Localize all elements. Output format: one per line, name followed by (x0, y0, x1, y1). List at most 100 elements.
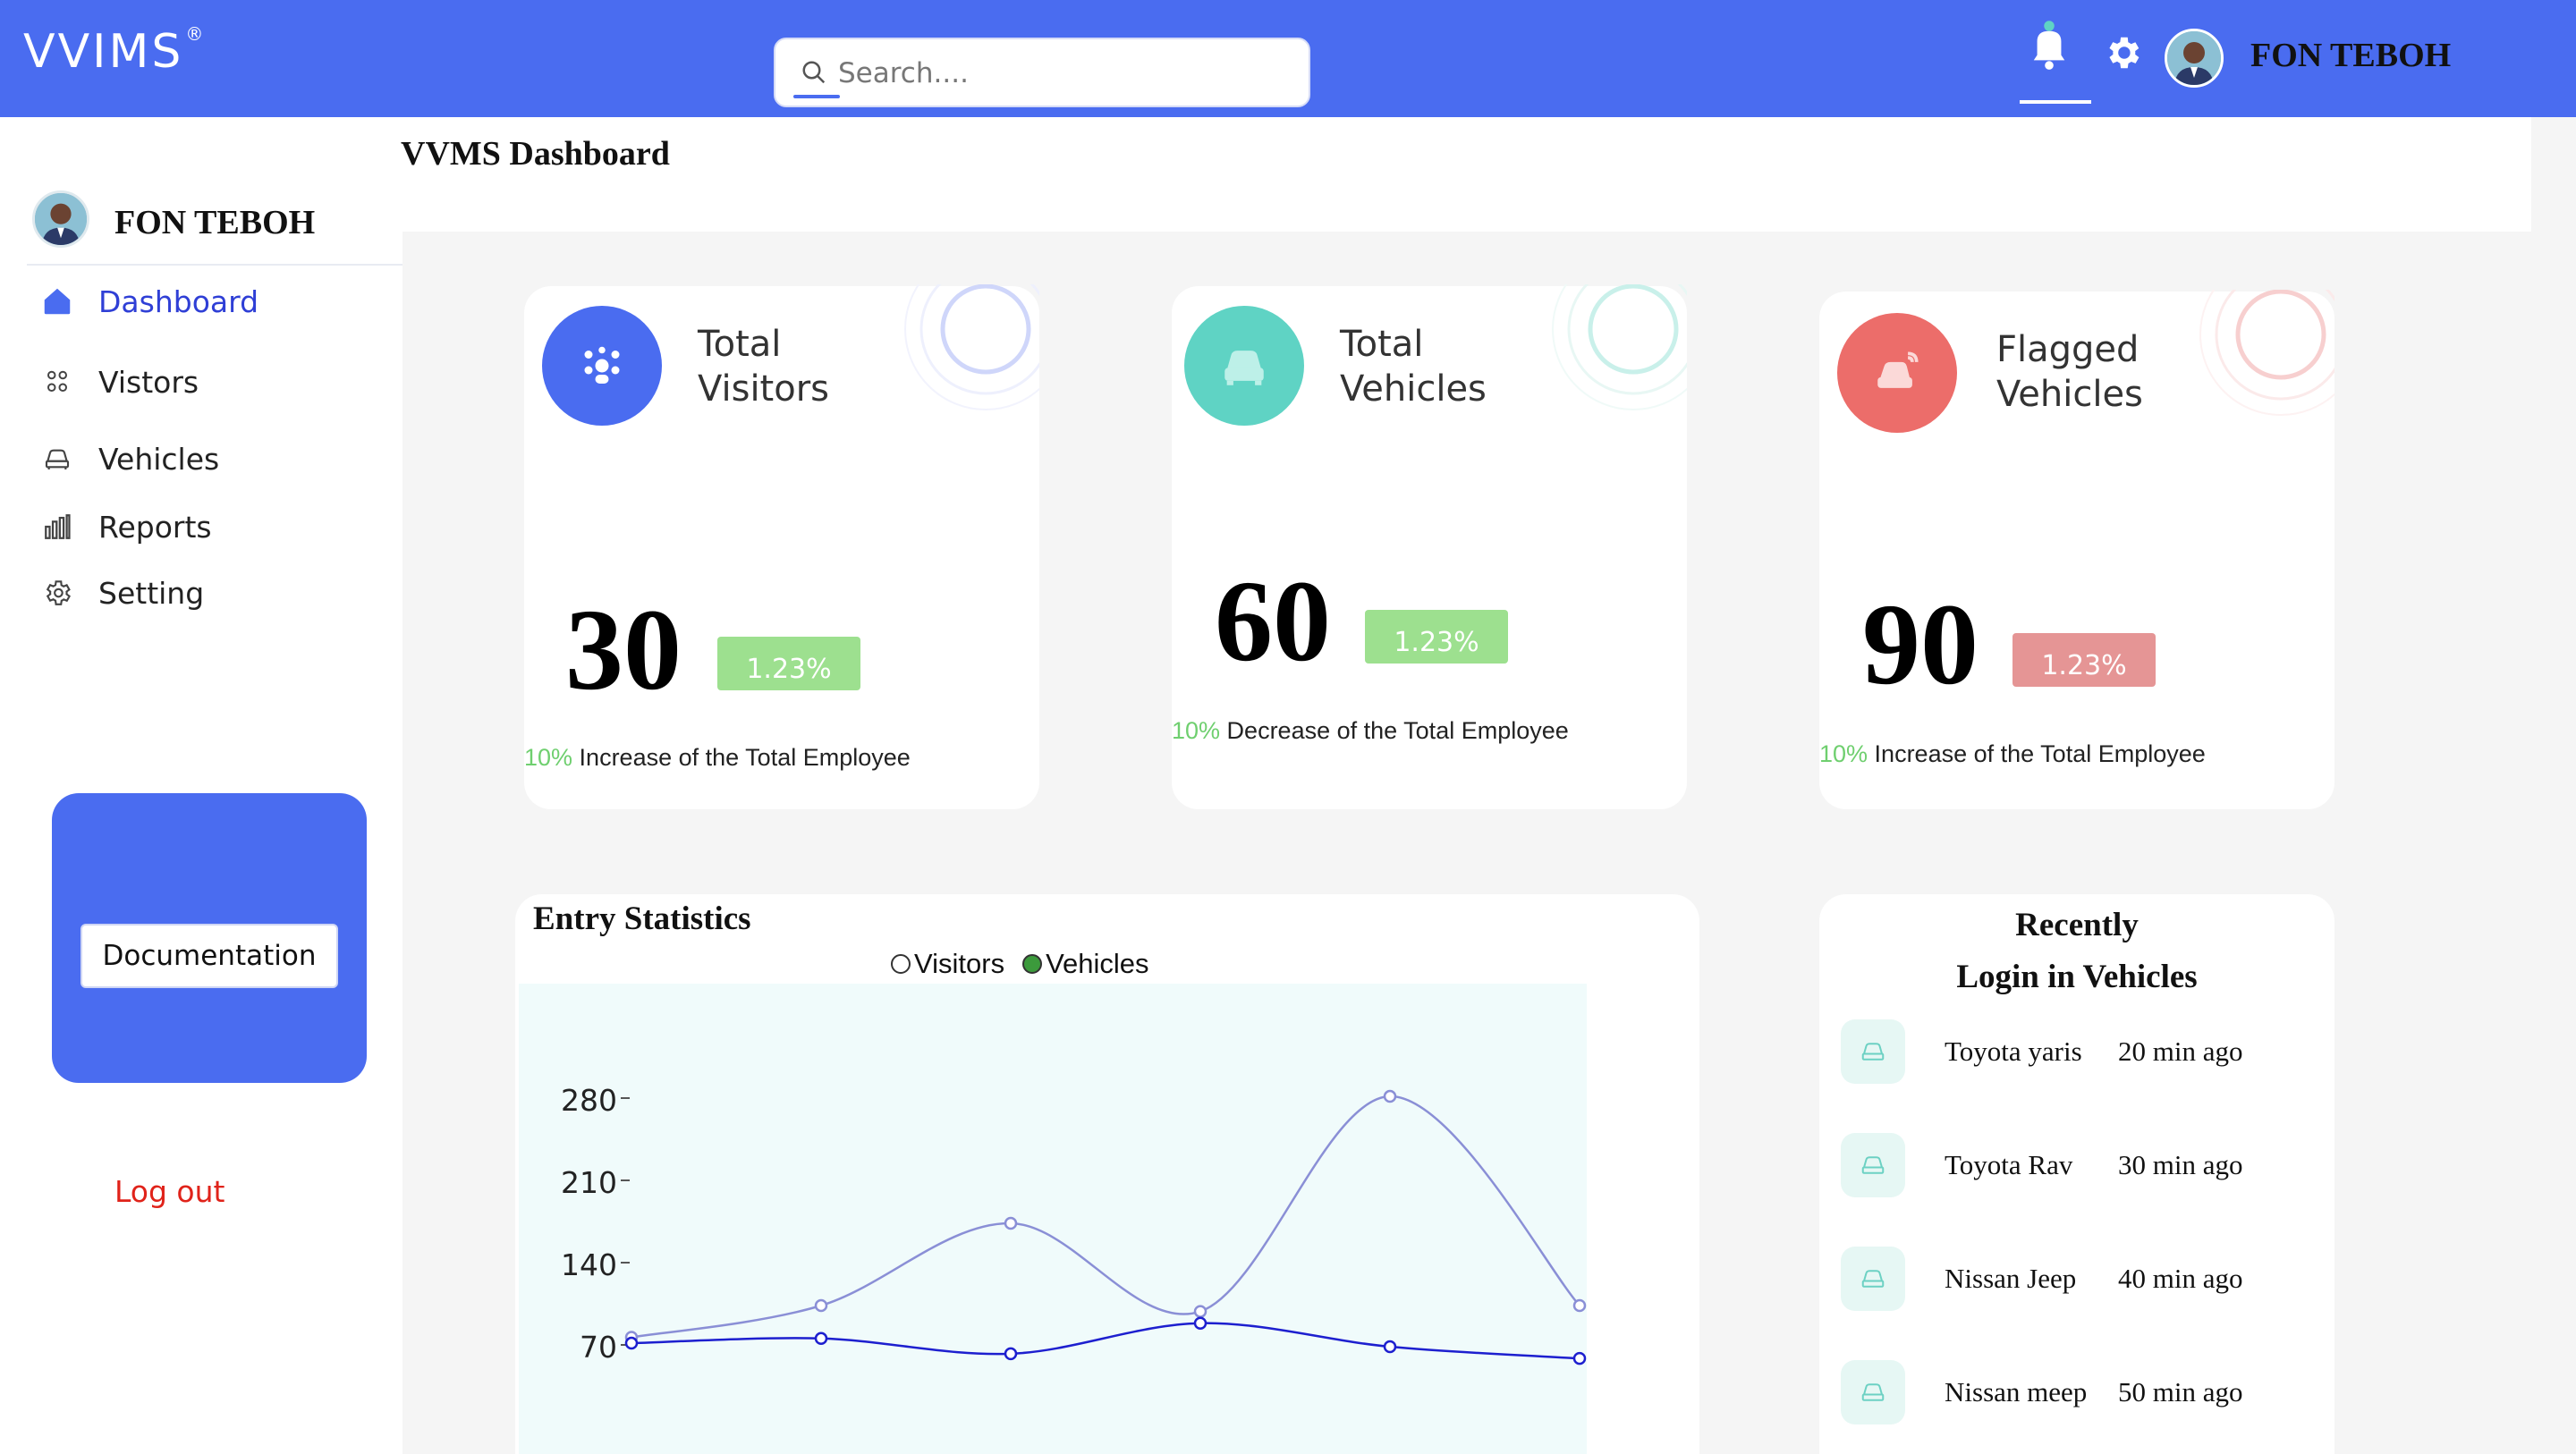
visitors-icon (39, 364, 75, 400)
bar-chart-icon (39, 509, 75, 545)
sidebar-item-label: Dashboard (98, 283, 259, 319)
data-point-visitors[interactable] (814, 1298, 828, 1313)
data-point-visitors[interactable] (1572, 1298, 1587, 1313)
card-description-percent: 10% (524, 744, 573, 771)
chart-legend: Visitors Vehicles (891, 948, 1167, 980)
documentation-card: Documentation (52, 793, 367, 1083)
card-description-text: Decrease of the Total Employee (1220, 717, 1569, 744)
card-value: 60 (1215, 557, 1331, 686)
car-icon (39, 441, 75, 477)
logo-text: VVIMS (23, 25, 184, 79)
sidebar-divider (27, 264, 402, 266)
data-point-vehicles[interactable] (1383, 1340, 1397, 1354)
chart-title: Entry Statistics (533, 900, 751, 937)
card-title: Flagged Vehicles (1996, 329, 2143, 415)
sidebar-item-setting[interactable]: Setting (39, 570, 204, 616)
user-avatar[interactable] (2165, 29, 2224, 88)
sidebar-item-label: Setting (98, 575, 205, 611)
top-user-name[interactable]: FON TEBOH (2250, 36, 2451, 75)
card-description-text: Increase of the Total Employee (572, 744, 911, 771)
data-point-vehicles[interactable] (1193, 1316, 1208, 1330)
documentation-button[interactable]: Documentation (80, 924, 338, 988)
sidebar-item-label: Vehicles (98, 441, 220, 477)
entry-statistics-chart: 70 140 210 280 (515, 984, 1587, 1454)
search-icon (802, 61, 826, 84)
vehicle-icon (1184, 306, 1304, 426)
car-icon (1841, 1133, 1905, 1197)
vehicle-name: Toyota Rav (1945, 1149, 2073, 1180)
notifications-active-indicator (2020, 100, 2091, 104)
sidebar-item-vehicles[interactable]: Vehicles (39, 435, 219, 482)
page-header (402, 117, 2531, 232)
login-time: 20 min ago (2118, 1036, 2243, 1067)
legend-label: Vehicles (1046, 948, 1149, 979)
sidebar-item-label: Vistors (98, 364, 199, 400)
sidebar-item-visitors[interactable]: Vistors (39, 359, 199, 405)
card-value: 30 (565, 586, 682, 714)
legend-item-visitors[interactable]: Visitors (891, 948, 1004, 980)
data-point-vehicles[interactable] (1572, 1351, 1587, 1365)
decorative-rings-icon (2199, 290, 2334, 416)
vehicle-name: Nissan meep (1945, 1376, 2088, 1408)
login-time: 30 min ago (2118, 1149, 2243, 1180)
data-point-vehicles[interactable] (1004, 1347, 1018, 1361)
flagged-vehicle-icon (1837, 313, 1957, 433)
data-point-vehicles[interactable] (624, 1336, 639, 1350)
search-box[interactable] (774, 38, 1310, 107)
car-icon (1841, 1247, 1905, 1311)
visitors-group-icon (542, 306, 662, 426)
logo-registered-mark: ® (185, 22, 207, 45)
card-description: 10% Increase of the Total Employee (1819, 740, 2206, 768)
sidebar-user-name: FON TEBOH (114, 204, 316, 241)
car-icon (1841, 1019, 1905, 1084)
login-time: 50 min ago (2118, 1376, 2243, 1408)
legend-label: Visitors (914, 948, 1005, 979)
sidebar-item-reports[interactable]: Reports (39, 503, 212, 550)
list-item[interactable]: Toyota yaris 20 min ago (1841, 1019, 2324, 1084)
list-item[interactable]: Nissan meep 50 min ago (1841, 1360, 2324, 1424)
card-description: 10% Decrease of the Total Employee (1172, 717, 1569, 745)
card-description-percent: 10% (1819, 740, 1868, 767)
card-change-badge: 1.23% (2012, 633, 2156, 687)
sidebar: FON TEBOH Dashboard Vistors Vehicles Rep… (0, 117, 402, 1454)
decorative-rings-icon (904, 284, 1039, 410)
vehicle-name: Toyota yaris (1945, 1036, 2082, 1067)
home-icon (39, 283, 75, 319)
list-item[interactable]: Nissan Jeep 40 min ago (1841, 1247, 2324, 1311)
sidebar-item-dashboard[interactable]: Dashboard (39, 278, 258, 325)
bell-icon[interactable] (2029, 20, 2070, 73)
logout-button[interactable]: Log out (114, 1174, 225, 1209)
card-description: 10% Increase of the Total Employee (524, 744, 911, 772)
y-tick-label: 70 (580, 1330, 617, 1365)
gear-icon (39, 575, 75, 611)
total-visitors-card[interactable]: Total Visitors 30 1.23% 10% Increase of … (524, 284, 1039, 809)
data-point-visitors[interactable] (1193, 1305, 1208, 1318)
card-title: Total Vehicles (1340, 324, 1487, 410)
sidebar-avatar (32, 190, 89, 248)
flagged-vehicles-card[interactable]: Flagged Vehicles 90 1.23% 10% Increase o… (1819, 290, 2334, 809)
total-vehicles-card[interactable]: Total Vehicles 60 1.23% 10% Decrease of … (1172, 284, 1687, 809)
top-bar: VVIMS® FON TEBOH (0, 0, 2576, 117)
card-title: Total Visitors (698, 324, 829, 410)
sidebar-item-label: Reports (98, 509, 212, 545)
card-change-badge: 1.23% (717, 637, 860, 690)
page-title: VVMS Dashboard (401, 135, 670, 173)
legend-swatch (891, 954, 911, 974)
legend-item-vehicles[interactable]: Vehicles (1022, 948, 1149, 980)
card-change-badge: 1.23% (1365, 610, 1508, 664)
data-point-visitors[interactable] (1004, 1216, 1018, 1230)
y-tick-label: 140 (561, 1247, 617, 1282)
data-point-visitors[interactable] (1383, 1089, 1397, 1103)
app-logo[interactable]: VVIMS ® (23, 22, 207, 79)
card-description-text: Increase of the Total Employee (1868, 740, 2206, 767)
recent-logins-card: Recently Login in Vehicles Toyota yaris … (1819, 894, 2334, 1454)
plot-area (515, 984, 1587, 1454)
data-point-vehicles[interactable] (814, 1331, 828, 1346)
entry-statistics-card: Entry Statistics Visitors Vehicles 70 140… (515, 894, 1699, 1454)
settings-gear-icon[interactable] (2102, 32, 2143, 73)
card-description-percent: 10% (1172, 717, 1221, 744)
search-input[interactable] (838, 54, 1285, 93)
recent-logins-title: Recently Login in Vehicles (1956, 907, 2198, 995)
card-value: 90 (1862, 580, 1979, 709)
list-item[interactable]: Toyota Rav 30 min ago (1841, 1133, 2324, 1197)
